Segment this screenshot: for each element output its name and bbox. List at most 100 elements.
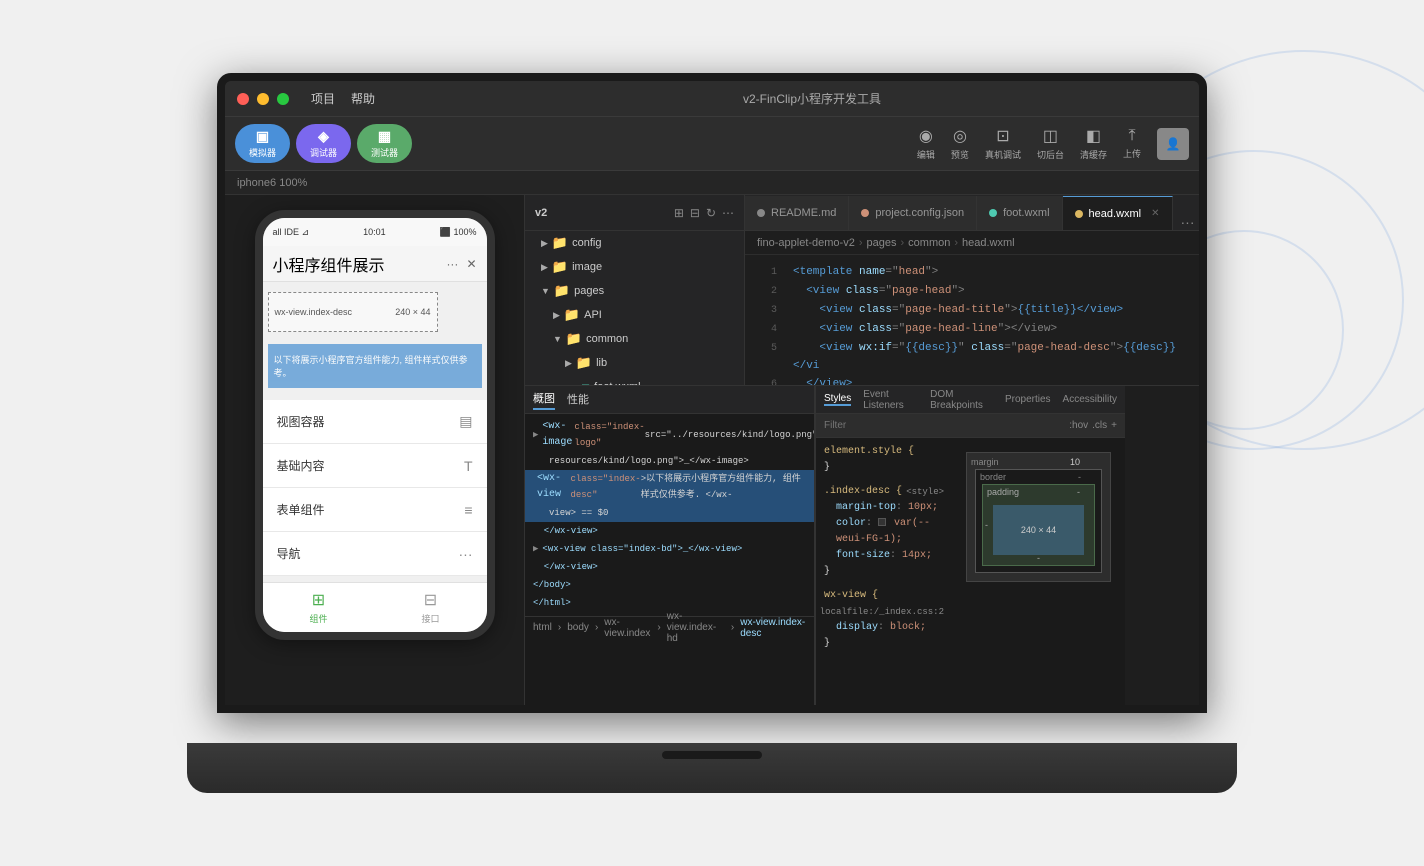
phone-status-time: 10:01 bbox=[363, 227, 386, 237]
action-background[interactable]: ◫ 切后台 bbox=[1037, 126, 1064, 161]
html-line-9: </html> bbox=[525, 594, 814, 612]
phone-close-icon[interactable]: ✕ bbox=[466, 257, 476, 271]
app-title: v2-FinClip小程序开发工具 bbox=[425, 90, 1199, 107]
phone-more-icon[interactable]: ··· bbox=[446, 257, 458, 271]
box-padding: padding - 240 × 44 - - bbox=[982, 484, 1095, 566]
tab-project-config[interactable]: project.config.json bbox=[849, 196, 977, 230]
tree-item-config[interactable]: ▶ 📁 config bbox=[525, 231, 744, 255]
box-border: border - padding - 240 × 44 bbox=[975, 469, 1102, 573]
filetree-panel: v2 ⊞ ⊟ ↻ ⋯ ▶ 📁 bbox=[525, 195, 745, 385]
folder-icon-api: 📁 bbox=[564, 307, 580, 323]
laptop-base bbox=[187, 743, 1237, 793]
css-rule-element: element.style { } bbox=[824, 444, 944, 476]
tree-item-pages[interactable]: ▼ 📁 pages bbox=[525, 279, 744, 303]
breadcrumb-2[interactable]: common bbox=[908, 237, 950, 249]
action-edit[interactable]: ◉ 编辑 bbox=[917, 126, 935, 161]
menu-project[interactable]: 项目 bbox=[311, 90, 335, 107]
tree-label-image: image bbox=[572, 261, 602, 273]
bc-wx-view[interactable]: wx-view.index bbox=[604, 617, 651, 639]
styles-tab-styles[interactable]: Styles bbox=[824, 393, 851, 406]
tab-more-button[interactable]: ··· bbox=[1173, 214, 1199, 230]
filetree-header-icons: ⊞ ⊟ ↻ ⋯ bbox=[674, 206, 734, 220]
filter-btn-add[interactable]: + bbox=[1111, 420, 1117, 431]
maximize-button[interactable] bbox=[277, 93, 289, 105]
phone-highlight-box: wx-view.index-desc 240 × 44 bbox=[268, 292, 438, 332]
menu-item-basic-content[interactable]: 基础内容 T bbox=[263, 444, 487, 488]
titlebar-left: 项目 帮助 bbox=[225, 90, 425, 107]
tree-item-foot-wxml[interactable]: ◼ foot.wxml bbox=[525, 375, 744, 385]
debugger-label: 调试器 bbox=[310, 146, 337, 159]
test-button[interactable]: ▦ 测试器 bbox=[357, 124, 412, 163]
code-line-3: 3 <view class="page-head-title">{{title}… bbox=[745, 301, 1199, 320]
phone-title: 小程序组件展示 bbox=[273, 252, 385, 276]
action-preview[interactable]: ◎ 预览 bbox=[951, 126, 969, 161]
bc-html[interactable]: html bbox=[533, 622, 552, 633]
tab-close-head[interactable]: ✕ bbox=[1151, 208, 1159, 219]
breadcrumb-0[interactable]: fino-applet-demo-v2 bbox=[757, 237, 855, 249]
bc-body[interactable]: body bbox=[567, 622, 589, 633]
filter-btn-cls[interactable]: .cls bbox=[1092, 420, 1107, 431]
code-line-2: 2 <view class="page-head"> bbox=[745, 282, 1199, 301]
minimize-button[interactable] bbox=[257, 93, 269, 105]
simulator-icon: ▣ bbox=[256, 128, 269, 145]
tab-foot-wxml[interactable]: foot.wxml bbox=[977, 196, 1062, 230]
styles-tab-access[interactable]: Accessibility bbox=[1063, 394, 1117, 405]
action-realdevice[interactable]: ⊡ 真机调试 bbox=[985, 126, 1021, 161]
breadcrumb-3[interactable]: head.wxml bbox=[962, 237, 1015, 249]
filetree-icon-2[interactable]: ⊟ bbox=[690, 206, 700, 220]
tab-head-wxml[interactable]: head.wxml ✕ bbox=[1063, 196, 1173, 230]
phone-titlebar-icons: ··· ✕ bbox=[446, 257, 476, 271]
upload-icon: ⤒ bbox=[1128, 127, 1135, 145]
styles-tab-props[interactable]: Properties bbox=[1005, 394, 1051, 405]
bc-sep-0: › bbox=[558, 622, 561, 633]
tree-item-image[interactable]: ▶ 📁 image bbox=[525, 255, 744, 279]
code-editor[interactable]: 1 <template name="head"> 2 <view class="… bbox=[745, 255, 1199, 385]
bc-wx-view-desc[interactable]: wx-view.index-desc bbox=[740, 617, 806, 639]
filetree-icon-4[interactable]: ⋯ bbox=[722, 206, 734, 220]
styles-filter-input[interactable] bbox=[824, 420, 1061, 431]
chevron-image: ▶ bbox=[541, 262, 548, 273]
menu-item-nav[interactable]: 导航 ··· bbox=[263, 532, 487, 576]
code-line-5: 5 <view wx:if="{{desc}}" class="page-hea… bbox=[745, 339, 1199, 375]
styles-tab-events[interactable]: Event Listeners bbox=[863, 389, 918, 411]
bc-sep-2: › bbox=[657, 622, 660, 633]
filetree-icon-3[interactable]: ↻ bbox=[706, 206, 716, 220]
bc-wx-view-hd[interactable]: wx-view.index-hd bbox=[667, 611, 725, 644]
menu-item-form[interactable]: 表单组件 ≡ bbox=[263, 488, 487, 532]
menu-bar: 项目 帮助 bbox=[311, 90, 375, 107]
mini-tab-overview[interactable]: 概图 bbox=[533, 390, 555, 410]
debugger-button[interactable]: ◈ 调试器 bbox=[296, 124, 351, 163]
filter-btn-hov[interactable]: :hov bbox=[1069, 420, 1088, 431]
laptop-screen: 项目 帮助 v2-FinClip小程序开发工具 ▣ 模拟器 ◈ 调试器 bbox=[225, 81, 1199, 705]
simulator-button[interactable]: ▣ 模拟器 bbox=[235, 124, 290, 163]
simulator-label: 模拟器 bbox=[249, 146, 276, 159]
mini-tab-perf[interactable]: 性能 bbox=[567, 391, 589, 409]
menu-help[interactable]: 帮助 bbox=[351, 90, 375, 107]
tree-item-common[interactable]: ▼ 📁 common bbox=[525, 327, 744, 351]
close-button[interactable] bbox=[237, 93, 249, 105]
menu-item-view-container[interactable]: 视图容器 ▤ bbox=[263, 400, 487, 444]
html-line-7: </wx-view> bbox=[525, 558, 814, 576]
action-cache[interactable]: ◧ 清缓存 bbox=[1080, 126, 1107, 161]
phone-nav-api[interactable]: ⊟ 接口 bbox=[421, 590, 439, 625]
phone-nav-components[interactable]: ⊞ 组件 bbox=[309, 590, 327, 625]
tab-readme[interactable]: README.md bbox=[745, 196, 849, 230]
bc-sep-3: › bbox=[731, 622, 734, 633]
devtools-mini-tabs: 概图 性能 bbox=[525, 386, 814, 414]
filetree-icon-1[interactable]: ⊞ bbox=[674, 206, 684, 220]
chevron-pages: ▼ bbox=[541, 286, 550, 296]
action-upload[interactable]: ⤒ 上传 bbox=[1123, 127, 1141, 160]
html-line-3[interactable]: <wx-view class="index-desc" >以下将展示小程序官方组… bbox=[525, 470, 814, 504]
phone-selected-text: 以下将展示小程序官方组件能力, 组件样式仅供参考。 bbox=[268, 344, 482, 388]
window-controls bbox=[237, 93, 299, 105]
styles-tab-dom[interactable]: DOM Breakpoints bbox=[930, 389, 993, 411]
devtools-breadcrumb: html › body › wx-view.index › wx-view.in… bbox=[525, 616, 814, 638]
debugger-icon: ◈ bbox=[318, 128, 329, 145]
tree-item-lib[interactable]: ▶ 📁 lib bbox=[525, 351, 744, 375]
breadcrumb-1[interactable]: pages bbox=[867, 237, 897, 249]
folder-icon-image: 📁 bbox=[552, 259, 568, 275]
phone-titlebar: 小程序组件展示 ··· ✕ bbox=[263, 246, 487, 282]
upload-label: 上传 bbox=[1123, 147, 1141, 160]
tree-item-api[interactable]: ▶ 📁 API bbox=[525, 303, 744, 327]
user-avatar[interactable]: 👤 bbox=[1157, 128, 1189, 160]
